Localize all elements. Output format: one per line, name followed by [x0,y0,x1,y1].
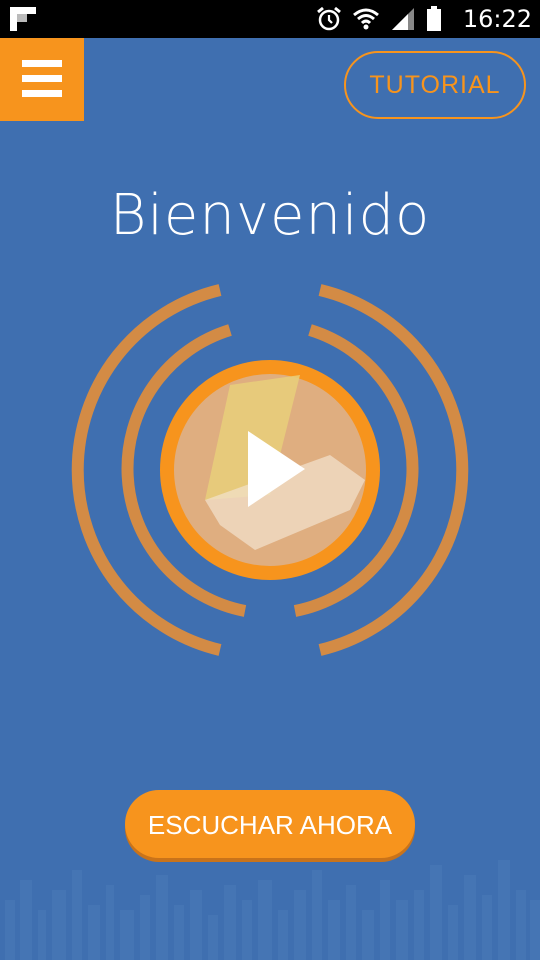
status-time: 16:22 [462,5,532,33]
alarm-icon [317,6,341,31]
status-bar: 16:22 [0,0,540,38]
battery-icon [427,6,441,31]
hamburger-menu-icon [22,60,62,97]
notification-flipboard-icon [10,7,36,31]
listen-now-button[interactable]: ESCUCHAR AHORA [125,790,415,858]
status-icons [316,6,442,32]
page-title: Bienvenido [109,183,431,248]
menu-button[interactable] [0,38,84,121]
signal-icon [392,8,414,30]
radio-player [71,284,469,656]
tutorial-button[interactable]: TUTORIAL [344,51,526,119]
wifi-icon [353,8,379,30]
